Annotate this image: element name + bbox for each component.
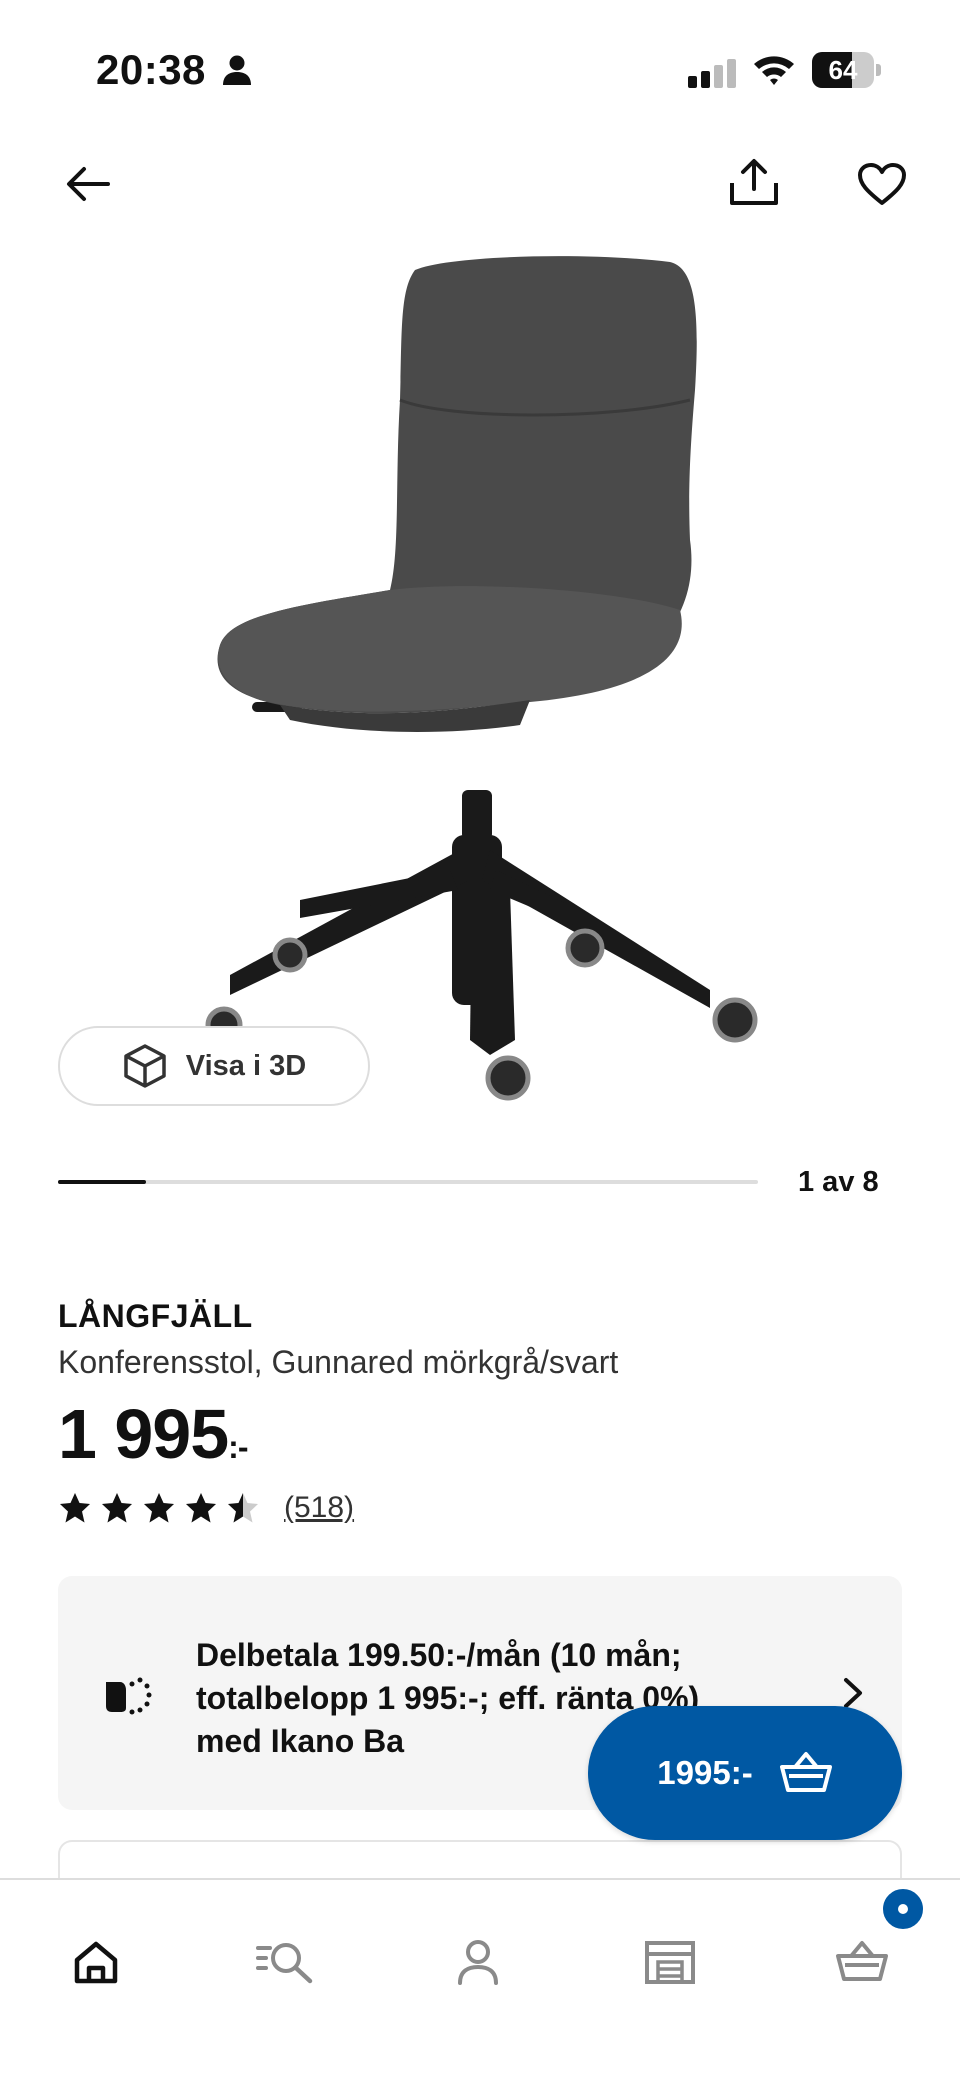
gallery-progress-track (58, 1180, 758, 1184)
cart-badge (880, 1886, 926, 1932)
add-to-cart-price: 1995:- (657, 1754, 753, 1791)
status-time: 20:38 (96, 46, 206, 93)
star-half-icon (228, 1493, 258, 1523)
tab-cart[interactable] (830, 1930, 894, 1994)
product-price: 1 995:- (58, 1394, 249, 1474)
star-full-icon (60, 1493, 90, 1523)
visa-3d-button[interactable]: Visa i 3D (58, 1026, 370, 1106)
person-icon (458, 1940, 498, 1985)
chevron-right-icon (844, 1678, 862, 1708)
basket-icon (836, 1941, 888, 1981)
product-description: Konferensstol, Gunnared mörkgrå/svart (58, 1344, 619, 1380)
person-icon (223, 55, 251, 85)
tab-profile[interactable] (446, 1930, 510, 1994)
favorite-button[interactable] (846, 148, 918, 220)
share-button[interactable] (718, 146, 790, 218)
cellular-signal-icon (688, 59, 736, 88)
image-counter: 1 av 8 (798, 1166, 879, 1198)
arrow-left-icon (67, 167, 110, 201)
back-button[interactable] (52, 148, 124, 220)
basket-dotted-icon (106, 1677, 152, 1715)
heart-icon (858, 163, 906, 205)
star-full-icon (102, 1493, 132, 1523)
bottom-tab-bar (0, 1878, 960, 2081)
product-image[interactable] (190, 250, 790, 1120)
search-list-icon (256, 1943, 313, 1984)
cube-icon (124, 1044, 166, 1088)
basket-plus-icon (779, 1752, 832, 1792)
share-icon (730, 159, 778, 205)
visa-3d-label: Visa i 3D (185, 1049, 307, 1082)
home-icon (74, 1941, 118, 1984)
star-full-icon (186, 1493, 216, 1523)
star-full-icon (144, 1493, 174, 1523)
battery-percent: 64 (828, 55, 858, 85)
price-value: 1 995 (58, 1395, 229, 1473)
tab-store[interactable] (638, 1930, 702, 1994)
wifi-icon (754, 56, 794, 85)
store-icon (645, 1941, 695, 1984)
cart-badge-dot (898, 1904, 908, 1914)
rating-stars (58, 1491, 268, 1525)
status-bar: 20:38 64 (0, 0, 960, 140)
price-suffix: :- (228, 1429, 248, 1465)
gallery-progress-fill (58, 1180, 146, 1184)
tab-search[interactable] (254, 1930, 318, 1994)
tab-home[interactable] (64, 1930, 128, 1994)
add-to-cart-button[interactable]: 1995:- (588, 1706, 902, 1840)
next-card (58, 1840, 902, 1880)
product-name: LÅNGFJÄLL (58, 1298, 253, 1334)
battery-icon: 64 (812, 52, 882, 88)
review-count[interactable]: (518) (284, 1491, 354, 1525)
rating[interactable]: (518) (58, 1488, 354, 1528)
